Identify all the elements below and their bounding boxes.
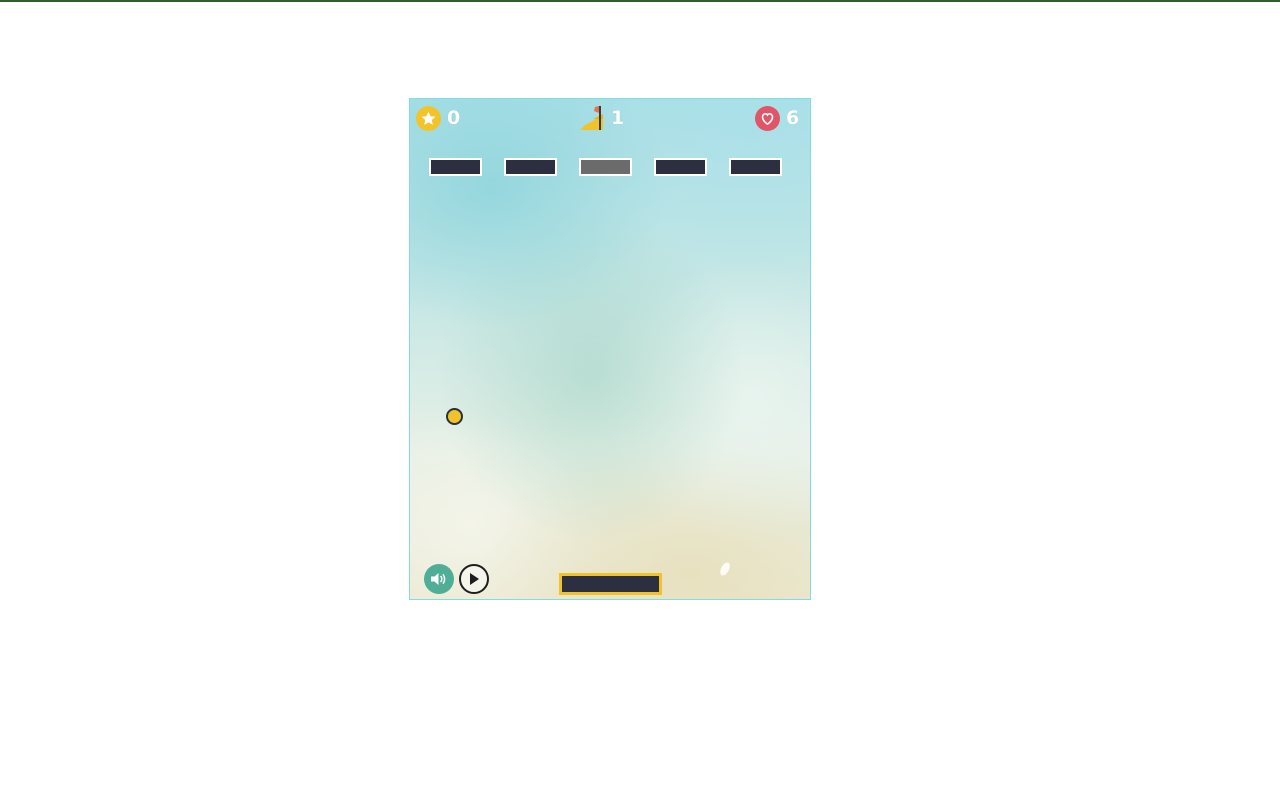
speaker-icon: [429, 571, 449, 587]
lives-value: 6: [786, 107, 800, 129]
top-divider: [0, 0, 1280, 2]
lives-display: 6: [755, 105, 799, 131]
score-display: 0: [416, 105, 460, 131]
star-icon: [416, 105, 441, 131]
score-value: 0: [447, 107, 461, 129]
brick: [579, 158, 632, 176]
level-display: 1: [579, 105, 624, 131]
game-canvas[interactable]: 0 1 6: [409, 98, 811, 600]
decorative-speck: [718, 561, 732, 577]
brick: [654, 158, 707, 176]
brick: [729, 158, 782, 176]
play-icon: [468, 572, 480, 586]
level-value: 1: [611, 107, 625, 129]
flag-icon: [579, 105, 605, 131]
sound-toggle-button[interactable]: [424, 564, 454, 594]
ball: [446, 408, 463, 425]
paddle[interactable]: [559, 573, 662, 595]
brick: [504, 158, 557, 176]
heart-icon: [755, 105, 780, 131]
brick: [429, 158, 482, 176]
play-button[interactable]: [459, 564, 489, 594]
